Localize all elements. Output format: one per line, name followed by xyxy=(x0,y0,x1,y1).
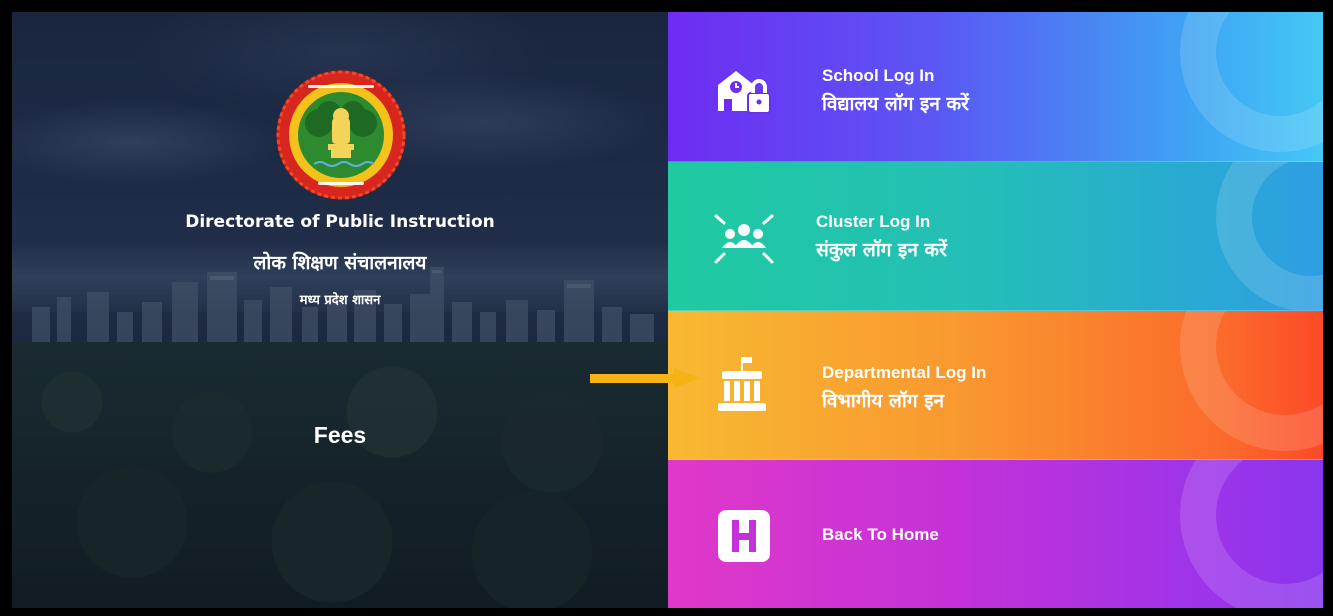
school-login-title-en: School Log In xyxy=(822,66,935,85)
government-building-icon xyxy=(718,357,766,411)
decorative-circle xyxy=(1180,460,1323,608)
cluster-login-button[interactable]: Cluster Log In संकुल लॉग इन करें xyxy=(668,162,1323,311)
mp-government-emblem-icon xyxy=(276,70,406,200)
login-page: Directorate of Public Instruction लोक शि… xyxy=(12,12,1323,608)
pointer-arrow-icon xyxy=(590,368,700,388)
org-name-hindi: लोक शिक्षण संचालनालय xyxy=(253,252,427,274)
departmental-login-title-en: Departmental Log In xyxy=(822,363,987,382)
school-login-button[interactable]: School Log In विद्यालय लॉग इन करें xyxy=(668,12,1323,162)
departmental-login-button[interactable]: Departmental Log In विभागीय लॉग इन xyxy=(668,311,1323,460)
screenshot-frame: Directorate of Public Instruction लोक शि… xyxy=(0,0,1333,616)
section-label-fees: Fees xyxy=(313,422,367,448)
org-name-english: Directorate of Public Instruction xyxy=(185,212,495,232)
decorative-circle xyxy=(1216,162,1323,310)
decorative-circle xyxy=(1180,311,1323,451)
back-to-home-label: Back To Home xyxy=(822,525,939,544)
departmental-login-title-hi: विभागीय लॉग इन xyxy=(822,390,945,412)
people-group-icon xyxy=(714,214,774,264)
cluster-login-title-en: Cluster Log In xyxy=(816,212,931,231)
school-lock-icon xyxy=(718,71,771,114)
back-to-home-button[interactable]: Back To Home xyxy=(668,460,1323,608)
h-home-icon xyxy=(718,510,770,562)
login-options-panel: School Log In विद्यालय लॉग इन करें Clust… xyxy=(668,12,1323,608)
school-login-title-hi: विद्यालय लॉग इन करें xyxy=(822,93,969,115)
cluster-login-title-hi: संकुल लॉग इन करें xyxy=(816,239,947,261)
decorative-circle xyxy=(1180,12,1323,152)
branding-panel: Directorate of Public Instruction लोक शि… xyxy=(12,12,668,608)
org-subtitle-hindi: मध्य प्रदेश शासन xyxy=(299,293,381,308)
